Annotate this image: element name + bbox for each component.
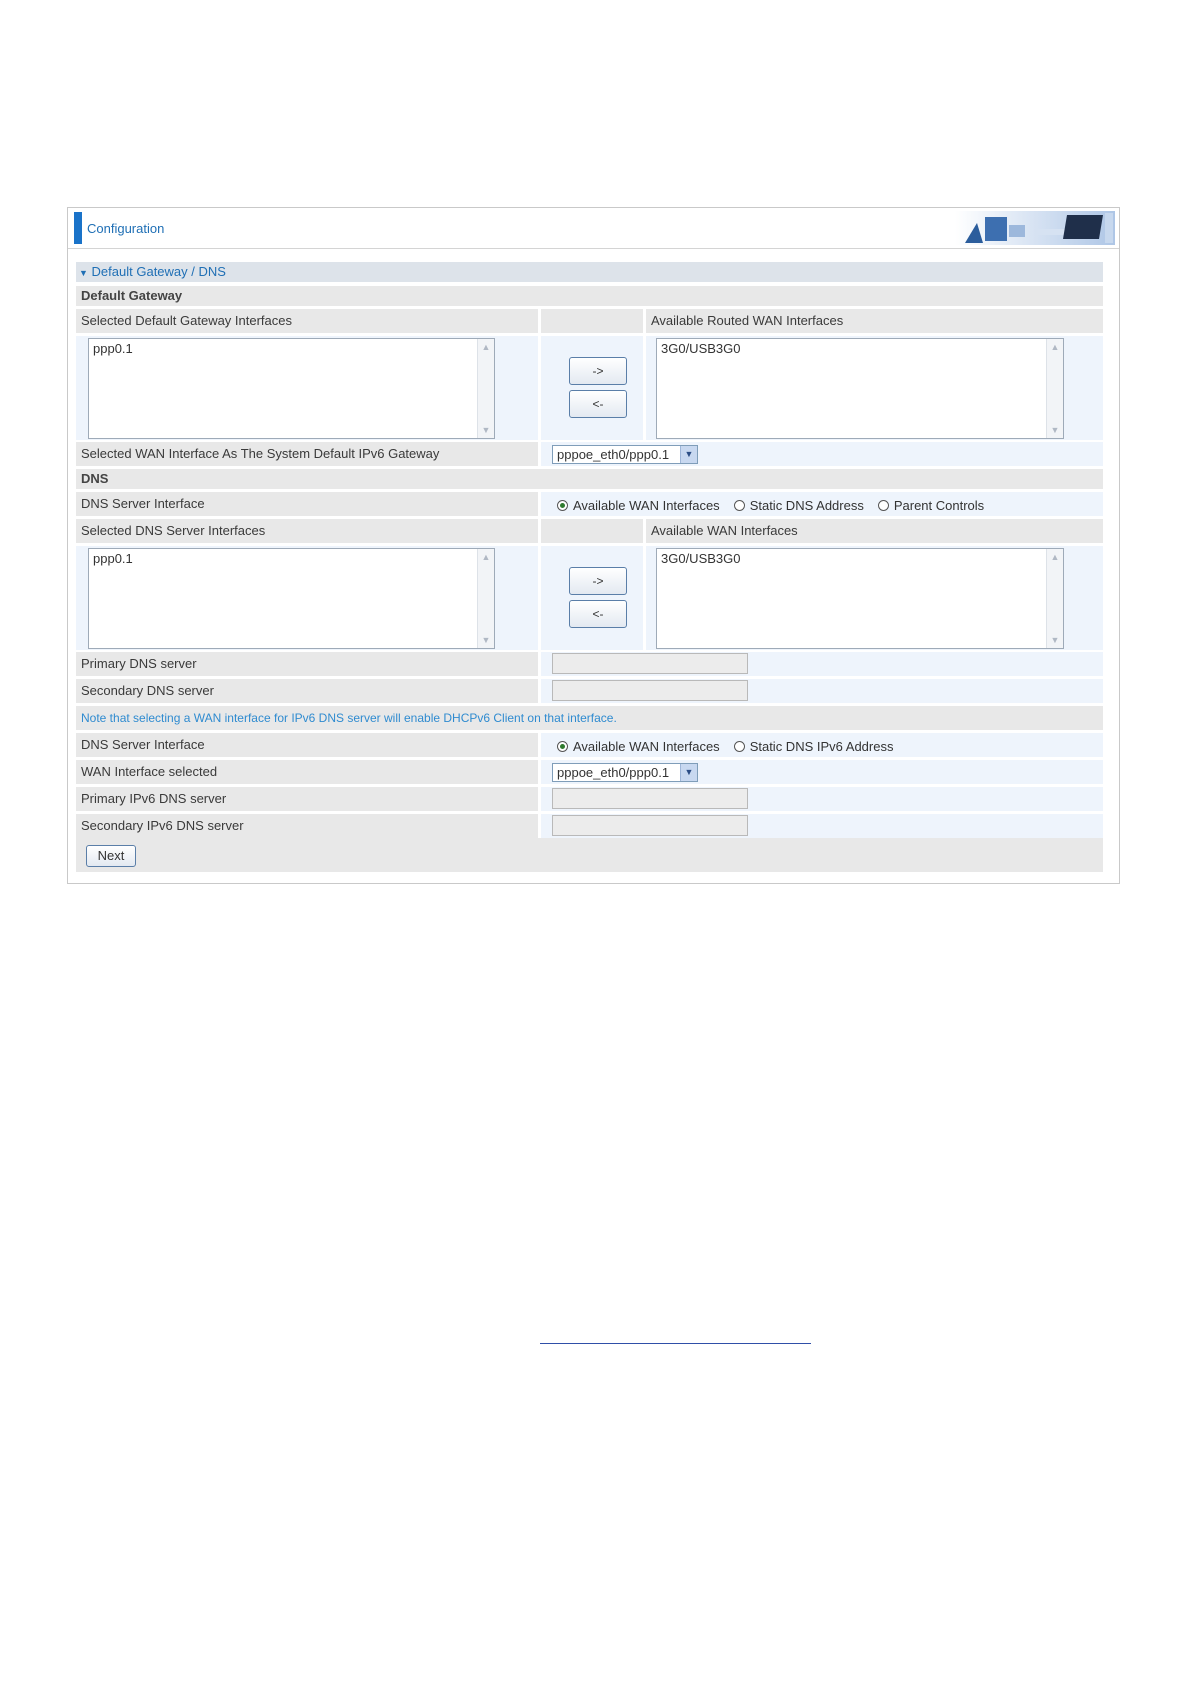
scroll-down-icon[interactable]: ▼	[481, 635, 491, 645]
scroll-down-icon[interactable]: ▼	[1050, 635, 1060, 645]
primary-ipv6-dns-input[interactable]	[552, 788, 748, 809]
radio-static-dns[interactable]: Static DNS Address	[733, 497, 864, 513]
secondary-dns-input[interactable]	[552, 680, 748, 701]
default-gateway-title: Default Gateway	[76, 286, 1103, 306]
radio-label: Available WAN Interfaces	[573, 497, 720, 513]
available-dns-listbox[interactable]: 3G0/USB3G0 ▲ ▼	[656, 548, 1064, 649]
dns-server-interface-label: DNS Server Interface	[76, 492, 538, 516]
secondary-ipv6-dns-label: Secondary IPv6 DNS server	[76, 814, 538, 838]
dns-spacer-cell	[541, 519, 643, 543]
listbox-option[interactable]: 3G0/USB3G0	[661, 341, 741, 356]
listbox-option[interactable]: ppp0.1	[93, 341, 133, 356]
radio-ipv6-static-dns[interactable]: Static DNS IPv6 Address	[733, 738, 894, 754]
gateway-spacer-cell	[541, 309, 643, 333]
select-value: pppoe_eth0/ppp0.1	[557, 447, 670, 462]
wan-interface-select[interactable]: pppoe_eth0/ppp0.1 ▼	[552, 763, 698, 782]
available-gateway-listbox[interactable]: 3G0/USB3G0 ▲ ▼	[656, 338, 1064, 439]
move-to-available-gateway-button[interactable]: <-	[569, 390, 627, 418]
secondary-dns-label: Secondary DNS server	[76, 679, 538, 703]
primary-ipv6-dns-label: Primary IPv6 DNS server	[76, 787, 538, 811]
available-gateway-label: Available Routed WAN Interfaces	[646, 309, 1103, 333]
primary-dns-label: Primary DNS server	[76, 652, 538, 676]
radio-parent-controls[interactable]: Parent Controls	[877, 497, 985, 513]
ipv6-gateway-label: Selected WAN Interface As The System Def…	[76, 442, 538, 466]
move-to-selected-gateway-button[interactable]: ->	[569, 357, 627, 385]
underline-divider	[540, 1343, 811, 1344]
scroll-up-icon[interactable]: ▲	[1050, 342, 1060, 352]
header-banner-illustration	[955, 211, 1115, 245]
scroll-down-icon[interactable]: ▼	[481, 425, 491, 435]
radio-unchecked-icon[interactable]	[733, 740, 745, 752]
listbox-scrollbar[interactable]: ▲ ▼	[477, 339, 494, 438]
section-label: Default Gateway / DNS	[91, 264, 226, 279]
ipv6-dns-note: Note that selecting a WAN interface for …	[76, 706, 1103, 730]
chevron-down-icon[interactable]: ▼	[680, 764, 697, 781]
scroll-up-icon[interactable]: ▲	[481, 342, 491, 352]
triangle-down-icon: ▼	[79, 268, 88, 278]
selected-gateway-listbox[interactable]: ppp0.1 ▲ ▼	[88, 338, 495, 439]
radio-unchecked-icon[interactable]	[733, 499, 745, 511]
section-toggle-default-gateway-dns[interactable]: ▼ Default Gateway / DNS	[76, 262, 1103, 282]
next-button[interactable]: Next	[86, 845, 136, 867]
chevron-down-icon[interactable]: ▼	[680, 446, 697, 463]
radio-available-wan[interactable]: Available WAN Interfaces	[557, 498, 720, 513]
select-value: pppoe_eth0/ppp0.1	[557, 765, 670, 780]
radio-label: Parent Controls	[893, 497, 985, 513]
radio-checked-icon[interactable]	[557, 740, 568, 752]
gateway-buttons-cell	[541, 336, 643, 440]
ipv6-gateway-select[interactable]: pppoe_eth0/ppp0.1 ▼	[552, 445, 698, 464]
listbox-scrollbar[interactable]: ▲ ▼	[1046, 549, 1063, 648]
dns-buttons-cell	[541, 546, 643, 650]
wan-interface-selected-label: WAN Interface selected	[76, 760, 538, 784]
radio-label: Static DNS Address	[749, 497, 864, 513]
scroll-up-icon[interactable]: ▲	[481, 552, 491, 562]
listbox-scrollbar[interactable]: ▲ ▼	[477, 549, 494, 648]
panel-header: Configuration	[68, 208, 1119, 249]
available-dns-label: Available WAN Interfaces	[646, 519, 1103, 543]
scroll-up-icon[interactable]: ▲	[1050, 552, 1060, 562]
footer-bar	[76, 838, 1103, 872]
selected-gateway-label: Selected Default Gateway Interfaces	[76, 309, 538, 333]
listbox-scrollbar[interactable]: ▲ ▼	[1046, 339, 1063, 438]
scroll-down-icon[interactable]: ▼	[1050, 425, 1060, 435]
radio-unchecked-icon[interactable]	[877, 499, 889, 511]
ipv6-dns-server-interface-label: DNS Server Interface	[76, 733, 538, 757]
move-to-selected-dns-button[interactable]: ->	[569, 567, 627, 595]
primary-dns-input[interactable]	[552, 653, 748, 674]
radio-label: Static DNS IPv6 Address	[749, 738, 894, 754]
move-to-available-dns-button[interactable]: <-	[569, 600, 627, 628]
listbox-option[interactable]: ppp0.1	[93, 551, 133, 566]
selected-dns-label: Selected DNS Server Interfaces	[76, 519, 538, 543]
secondary-ipv6-dns-input[interactable]	[552, 815, 748, 836]
dns-title: DNS	[76, 469, 1103, 489]
ipv6-dns-server-interface-radios: Available WAN Interfaces Static DNS IPv6…	[557, 734, 907, 758]
radio-checked-icon[interactable]	[557, 499, 568, 511]
listbox-option[interactable]: 3G0/USB3G0	[661, 551, 741, 566]
selected-dns-listbox[interactable]: ppp0.1 ▲ ▼	[88, 548, 495, 649]
dns-server-interface-radios: Available WAN Interfaces Static DNS Addr…	[557, 493, 998, 517]
header-accent-bar	[74, 212, 82, 244]
radio-ipv6-available-wan[interactable]: Available WAN Interfaces	[557, 739, 720, 754]
panel-title: Configuration	[87, 221, 165, 236]
radio-label: Available WAN Interfaces	[573, 738, 720, 754]
